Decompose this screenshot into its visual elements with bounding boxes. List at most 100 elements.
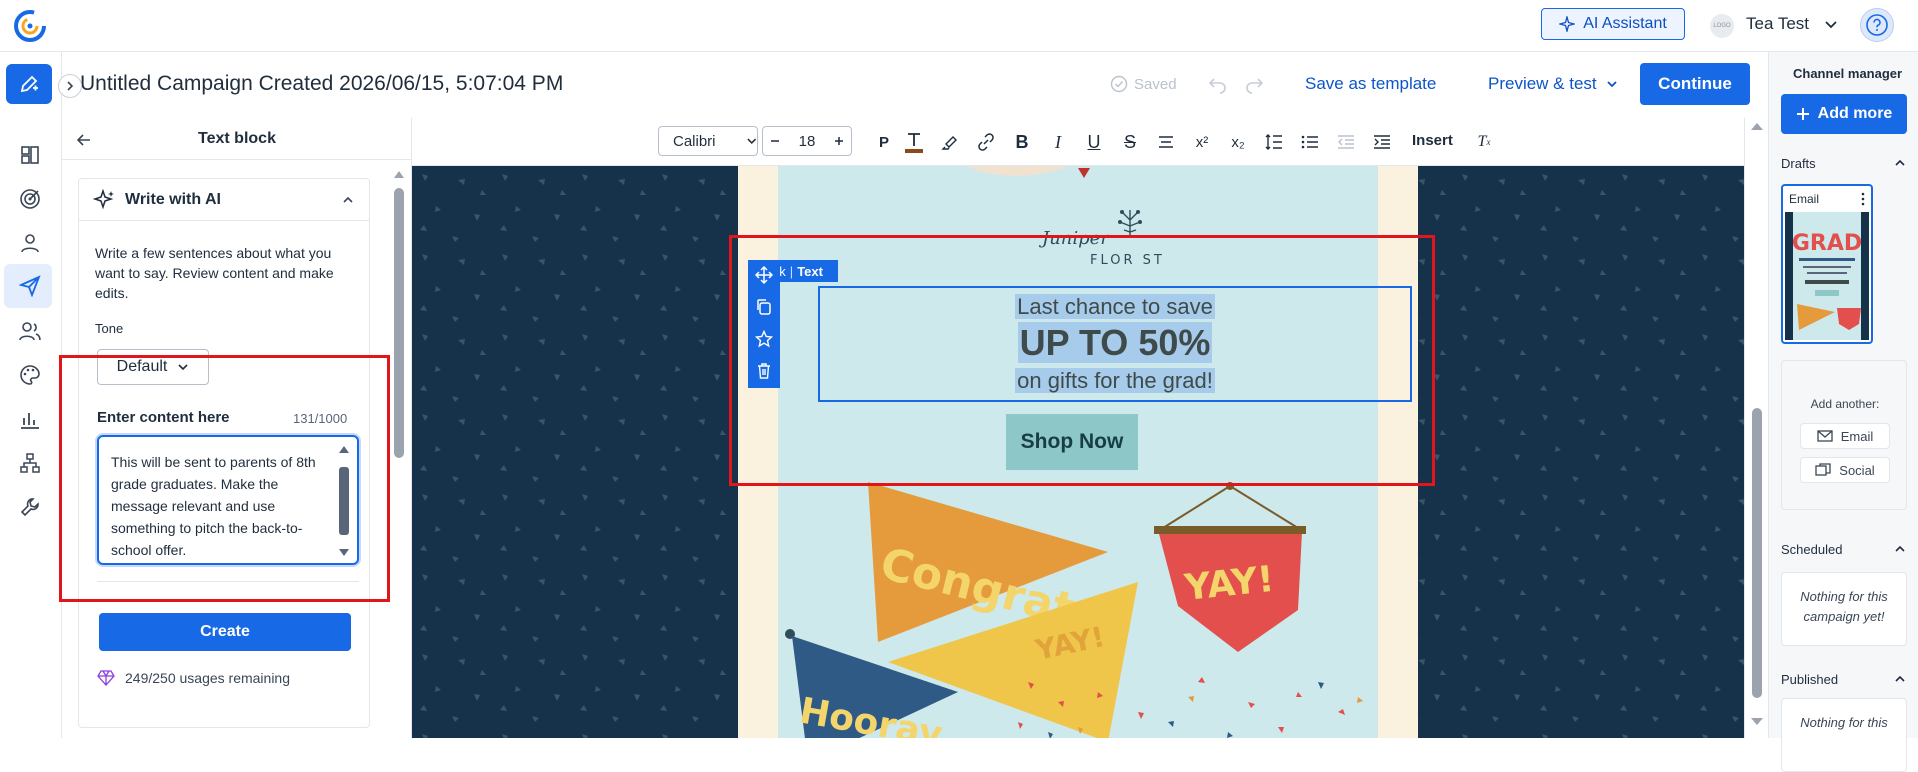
preview-test-button[interactable]: Preview & test [1488, 74, 1619, 94]
chevron-down-icon[interactable] [1822, 16, 1840, 34]
plus-icon[interactable] [833, 135, 845, 147]
email-draft-card[interactable]: Email GRAD [1781, 184, 1873, 344]
svg-text:GRAD: GRAD [1792, 231, 1862, 256]
scheduled-section-header[interactable]: Scheduled [1781, 542, 1907, 557]
scheduled-empty-state: Nothing for this campaign yet! [1781, 572, 1907, 646]
expand-rail-button[interactable] [58, 74, 82, 98]
add-another-box: Add another: Email Social [1781, 360, 1907, 510]
send-icon[interactable] [17, 273, 43, 299]
continue-button[interactable]: Continue [1640, 63, 1750, 105]
add-email-button[interactable]: Email [1800, 423, 1890, 449]
annotation-highlight-panel [59, 355, 390, 602]
pennants-illustration: Congrats YAY! YAY! Hooray [785, 482, 1363, 738]
drafts-section-header[interactable]: Drafts [1781, 156, 1907, 171]
outdent-icon[interactable] [1334, 130, 1358, 154]
italic-icon[interactable]: I [1046, 130, 1070, 154]
write-with-ai-header[interactable]: Write with AI [79, 179, 369, 221]
bulleted-list-icon[interactable] [1298, 130, 1322, 154]
edit-icon[interactable] [6, 64, 52, 104]
integrations-icon[interactable] [17, 450, 43, 476]
ai-description: Write a few sentences about what you wan… [95, 245, 334, 301]
panel-title: Text block [198, 130, 276, 147]
published-section-header[interactable]: Published [1781, 672, 1907, 687]
published-empty-state: Nothing for this [1781, 698, 1907, 772]
target-icon[interactable] [17, 186, 43, 212]
save-as-template-link[interactable]: Save as template [1305, 74, 1436, 94]
ai-assistant-button[interactable]: AI Assistant [1541, 8, 1685, 40]
undo-icon[interactable] [1208, 74, 1228, 94]
formatting-toolbar: Calibri 18 P B I U S x² x₂ Insert Tx [412, 118, 1752, 166]
saved-label: Saved [1134, 75, 1177, 93]
plus-icon [1796, 108, 1809, 120]
social-icon [1815, 463, 1831, 476]
campaign-title[interactable]: Untitled Campaign Created 2026/06/15, 5:… [80, 72, 563, 96]
add-another-label: Add another: [1810, 397, 1880, 411]
clear-format-icon[interactable]: Tx [1472, 130, 1496, 154]
font-family-value: Calibri [673, 132, 716, 150]
font-size-value: 18 [798, 132, 816, 150]
write-with-ai-title: Write with AI [125, 191, 221, 208]
saved-status: Saved [1110, 75, 1177, 93]
superscript-icon[interactable]: x² [1190, 130, 1214, 154]
font-size-stepper[interactable]: 18 [762, 126, 852, 156]
align-icon[interactable] [1154, 130, 1178, 154]
link-icon[interactable] [974, 130, 998, 154]
contacts-icon[interactable] [17, 318, 43, 344]
chevron-up-icon [1895, 159, 1905, 166]
tone-label: Tone [95, 321, 124, 336]
sparkle-icon [1559, 16, 1576, 32]
add-email-label: Email [1840, 428, 1874, 444]
tools-icon[interactable] [17, 494, 43, 520]
add-more-button[interactable]: Add more [1781, 94, 1907, 134]
email-draft-label: Email [1789, 192, 1820, 206]
more-vertical-icon[interactable] [1857, 192, 1869, 206]
chevron-right-icon [67, 81, 74, 91]
app-logo[interactable] [12, 8, 48, 44]
font-family-select[interactable]: Calibri [658, 126, 758, 156]
panel-header: Text block [62, 118, 412, 160]
left-rail [0, 52, 62, 738]
underline-icon[interactable]: U [1082, 130, 1106, 154]
top-decoration [968, 166, 1090, 178]
email-thumbnail: GRAD [1785, 212, 1869, 340]
drafts-label: Drafts [1781, 156, 1816, 171]
chevron-up-icon [1895, 675, 1905, 682]
reports-icon[interactable] [17, 406, 43, 432]
highlight-icon[interactable] [938, 130, 962, 154]
annotation-highlight-block [729, 235, 1435, 486]
indent-icon[interactable] [1370, 130, 1394, 154]
ai-assistant-label: AI Assistant [1583, 15, 1667, 32]
paragraph-style-button[interactable]: P [872, 130, 896, 154]
help-icon[interactable] [1860, 8, 1894, 42]
top-bar: AI Assistant LOGO Tea Test [0, 0, 1918, 52]
sparkle-icon [93, 189, 115, 211]
palette-icon[interactable] [17, 362, 43, 388]
line-height-icon[interactable] [1262, 130, 1286, 154]
text-color-icon[interactable] [902, 130, 926, 154]
contact-icon[interactable] [17, 230, 43, 256]
preview-test-label: Preview & test [1488, 74, 1597, 93]
create-button[interactable]: Create [99, 613, 351, 651]
subscript-icon[interactable]: x₂ [1226, 130, 1250, 154]
account-name[interactable]: Tea Test [1746, 14, 1809, 34]
mail-icon [1817, 430, 1833, 442]
add-social-label: Social [1839, 462, 1875, 478]
bold-icon[interactable]: B [1010, 130, 1034, 154]
chevron-up-icon[interactable] [341, 193, 355, 207]
add-social-button[interactable]: Social [1800, 457, 1890, 483]
minus-icon[interactable] [769, 135, 781, 147]
chevron-down-icon [1607, 81, 1617, 88]
strikethrough-icon[interactable]: S [1118, 130, 1142, 154]
channel-manager: Channel manager Add more Drafts Email GR… [1768, 52, 1918, 772]
usage-text: 249/250 usages remaining [125, 670, 291, 686]
dashboard-icon[interactable] [17, 142, 43, 168]
redo-icon[interactable] [1244, 74, 1264, 94]
insert-menu[interactable]: Insert [1412, 132, 1453, 149]
channel-manager-title: Channel manager [1793, 66, 1903, 81]
chevron-up-icon [1895, 545, 1905, 552]
panel-scrollbar[interactable] [392, 168, 406, 728]
diamond-icon [97, 670, 115, 686]
add-more-label: Add more [1817, 105, 1893, 122]
canvas-scrollbar[interactable] [1744, 118, 1768, 738]
usage-remaining: 249/250 usages remaining [97, 669, 290, 687]
